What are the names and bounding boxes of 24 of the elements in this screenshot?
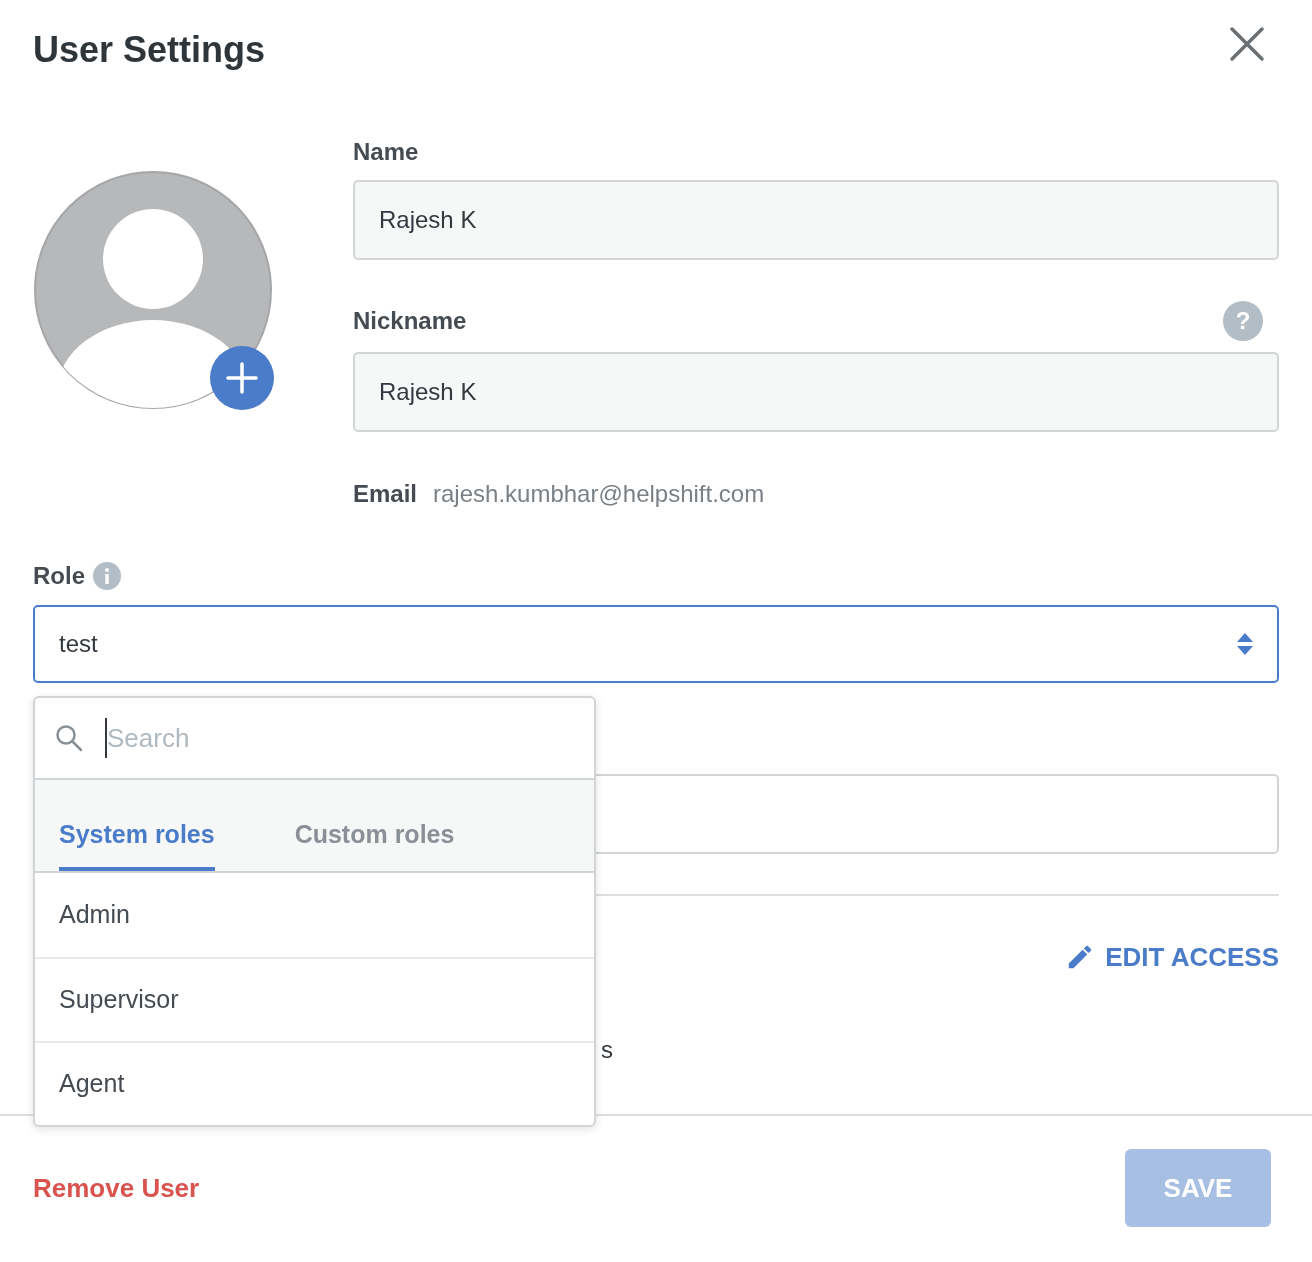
search-field[interactable]: Search [105, 718, 574, 758]
role-tab[interactable]: System roles [59, 815, 215, 871]
role-label: Role [33, 561, 85, 591]
add-photo-button[interactable] [210, 346, 274, 410]
text-field[interactable]: Rajesh K [353, 352, 1279, 432]
email-value: rajesh.kumbhar@helpshift.com [433, 479, 765, 509]
email-label: Email [353, 479, 418, 509]
edit-access-button[interactable]: EDIT ACCESS [1065, 940, 1279, 974]
role-option[interactable]: Supervisor [35, 957, 594, 1041]
partial-text: s [601, 1036, 613, 1063]
close-icon [1229, 26, 1265, 62]
role-select[interactable]: test [33, 605, 1279, 683]
plus-icon [226, 362, 258, 394]
field-label: Name [353, 137, 419, 167]
close-button[interactable] [1229, 26, 1265, 62]
info-icon [93, 562, 121, 590]
field-label: Nickname [353, 306, 467, 336]
text-field[interactable]: Rajesh K [353, 180, 1279, 260]
remove-user-link[interactable]: Remove User [33, 1168, 200, 1208]
sort-arrows-icon [1237, 633, 1253, 655]
role-option[interactable]: Agent [35, 1041, 594, 1125]
search-icon [55, 724, 83, 752]
role-option[interactable]: Admin [35, 873, 594, 957]
dialog-title: User Settings [33, 28, 266, 72]
